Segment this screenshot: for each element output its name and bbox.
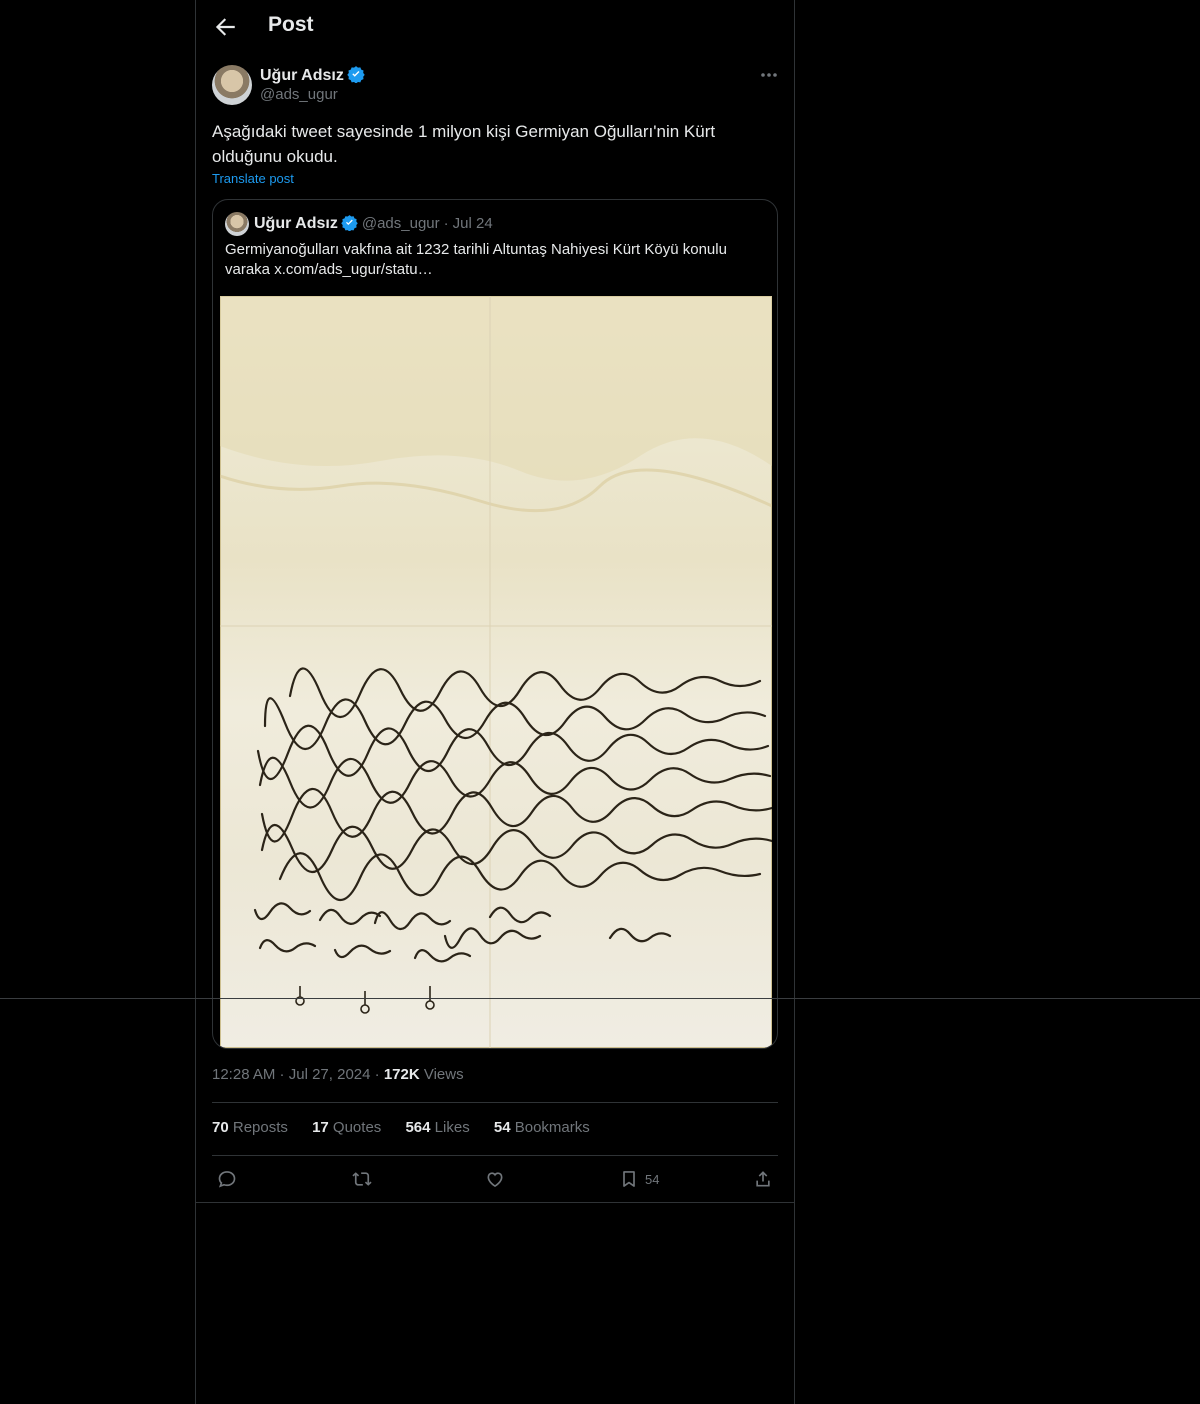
bookmarks-count: 54 bbox=[493, 1119, 511, 1136]
quoted-tweet[interactable]: Uğur Adsız @ads_ugur · Jul 24 Germiyanoğull… bbox=[212, 199, 778, 1049]
quote-header: Uğur Adsız @ads_ugur · Jul 24 bbox=[254, 214, 493, 236]
avatar[interactable] bbox=[212, 65, 252, 105]
like-icon bbox=[487, 1172, 503, 1188]
divider bbox=[212, 1102, 778, 1103]
share-icon bbox=[756, 1171, 770, 1187]
quotes-label: Quotes bbox=[332, 1119, 382, 1136]
quotes-stat[interactable]: 17 Quotes bbox=[312, 1119, 381, 1136]
engagement-stats: 70 Reposts 17 Quotes 564 Likes 54 Bookma… bbox=[212, 1119, 610, 1136]
manuscript-drawing bbox=[220, 296, 772, 1048]
horizontal-guide-line bbox=[0, 998, 1200, 999]
bookmark-button[interactable]: 54 bbox=[619, 1168, 659, 1190]
share-button[interactable] bbox=[753, 1168, 773, 1190]
quote-handle: @ads_ugur bbox=[361, 215, 440, 232]
document-image[interactable] bbox=[220, 296, 772, 1048]
quote-date: Jul 24 bbox=[452, 215, 493, 232]
reposts-count: 70 bbox=[212, 1119, 229, 1136]
author-name-text[interactable]: Uğur Adsız bbox=[260, 67, 344, 84]
verified-badge-icon bbox=[347, 65, 365, 88]
repost-icon bbox=[352, 1172, 372, 1186]
header: Post bbox=[196, 0, 794, 54]
quote-author-name: Uğur Adsız bbox=[254, 215, 338, 232]
likes-stat[interactable]: 564 Likes bbox=[405, 1119, 469, 1136]
quote-text: Germiyanoğulları vakfına ait 1232 tarihl… bbox=[225, 241, 727, 278]
bookmarks-label: Bookmarks bbox=[514, 1119, 590, 1136]
reposts-stat[interactable]: 70 Reposts bbox=[212, 1119, 288, 1136]
reply-icon bbox=[218, 1171, 236, 1188]
bookmarks-stat[interactable]: 54 Bookmarks bbox=[494, 1119, 590, 1136]
bookmark-count: 54 bbox=[645, 1171, 660, 1187]
translate-link[interactable]: Translate post bbox=[212, 171, 294, 186]
views-label: Views bbox=[423, 1066, 464, 1083]
views-count: 172K bbox=[383, 1066, 420, 1083]
likes-count: 564 bbox=[405, 1119, 431, 1136]
likes-label: Likes bbox=[434, 1119, 470, 1136]
author-name[interactable]: Uğur Adsız bbox=[260, 65, 365, 88]
tweet-date[interactable]: Jul 27, 2024 bbox=[289, 1066, 371, 1083]
verified-badge-icon bbox=[341, 214, 358, 236]
divider bbox=[196, 1202, 794, 1203]
reply-button[interactable] bbox=[217, 1168, 237, 1190]
tweet-meta: 12:28 AM · Jul 27, 2024 · 172K Views bbox=[212, 1066, 464, 1083]
back-arrow-icon[interactable] bbox=[212, 14, 238, 40]
tweet-time[interactable]: 12:28 AM bbox=[212, 1066, 275, 1083]
bookmark-icon bbox=[623, 1171, 635, 1187]
reposts-label: Reposts bbox=[232, 1119, 288, 1136]
repost-button[interactable] bbox=[351, 1168, 373, 1190]
quotes-count: 17 bbox=[312, 1119, 329, 1136]
main-column: Post Uğur Adsız @ads_ugur Aşağıdaki twee… bbox=[195, 0, 795, 1404]
more-icon[interactable] bbox=[758, 66, 780, 84]
quote-avatar bbox=[225, 212, 249, 236]
like-button[interactable] bbox=[485, 1168, 505, 1190]
dot-separator: · bbox=[443, 215, 449, 232]
action-bar: 54 bbox=[196, 1156, 794, 1202]
tweet-text: Aşağıdaki tweet sayesinde 1 milyon kişi … bbox=[212, 122, 716, 166]
author-handle[interactable]: @ads_ugur bbox=[260, 86, 338, 103]
page-title: Post bbox=[268, 13, 314, 36]
